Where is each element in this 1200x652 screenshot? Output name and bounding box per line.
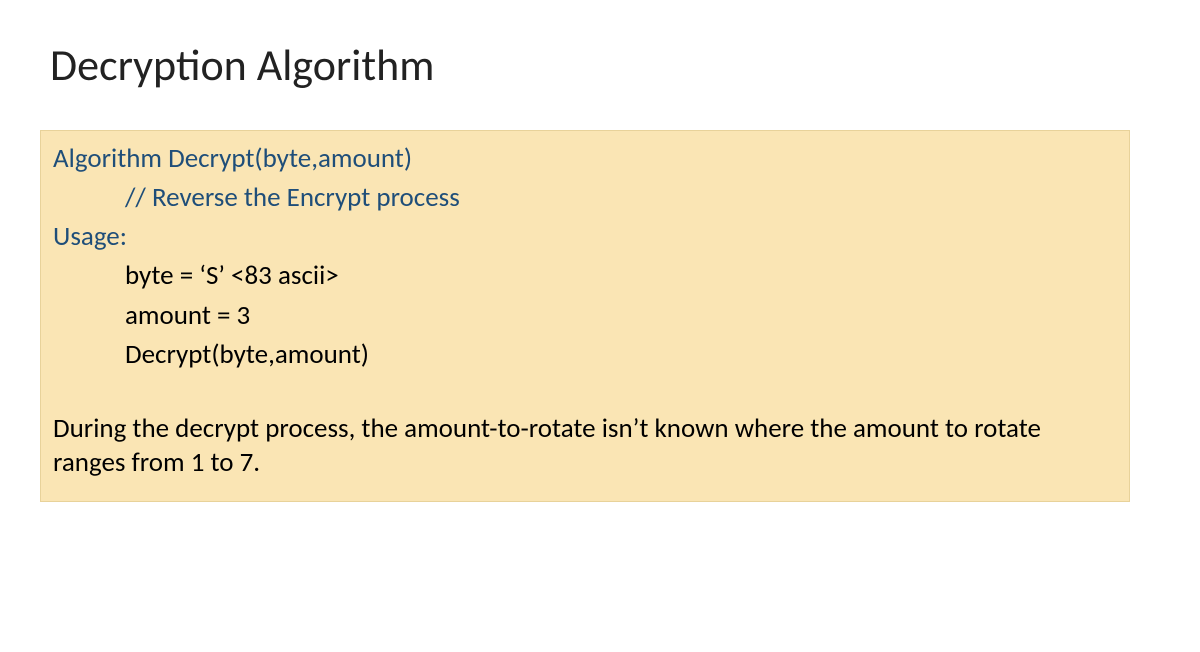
usage-amount-line: amount = 3 — [53, 296, 1117, 335]
slide: Decryption Algorithm Algorithm Decrypt(b… — [0, 0, 1200, 502]
content-box: Algorithm Decrypt(byte,amount) // Revers… — [40, 130, 1130, 502]
spacer — [53, 374, 1117, 404]
usage-call-line: Decrypt(byte,amount) — [53, 335, 1117, 374]
algorithm-comment: // Reverse the Encrypt process — [53, 178, 1117, 217]
usage-byte-line: byte = ‘S’ <83 ascii> — [53, 256, 1117, 295]
explanation-paragraph: During the decrypt process, the amount-t… — [53, 412, 1117, 480]
usage-label: Usage: — [53, 217, 1117, 256]
slide-title: Decryption Algorithm — [50, 38, 1150, 92]
algorithm-signature: Algorithm Decrypt(byte,amount) — [53, 139, 1117, 178]
